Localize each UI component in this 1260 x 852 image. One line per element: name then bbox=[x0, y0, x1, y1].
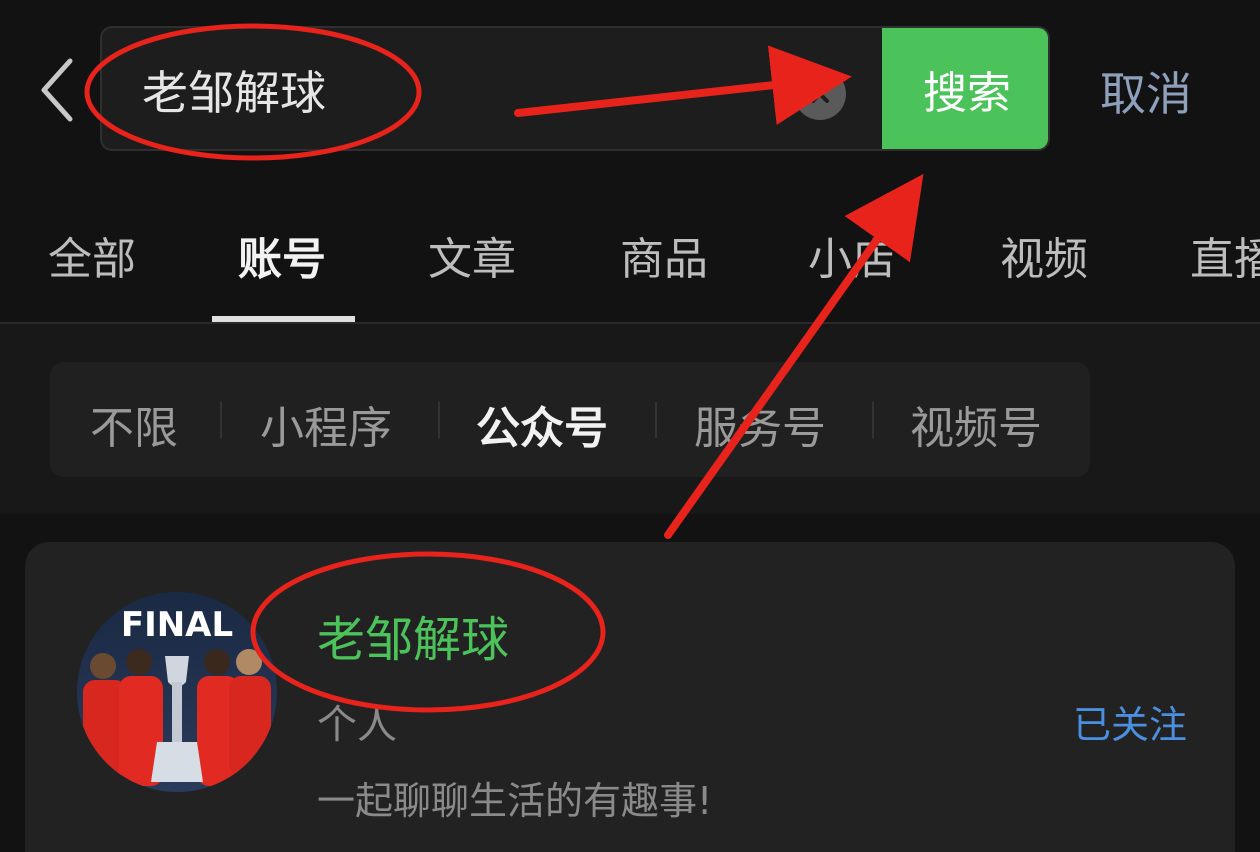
tab-products[interactable]: 商品 bbox=[620, 223, 708, 289]
category-tabs: 全部 账号 文章 商品 小店 视频 直播 bbox=[0, 205, 1260, 323]
back-button[interactable] bbox=[28, 52, 88, 128]
search-results-page: 搜索 取消 全部 账号 文章 商品 小店 视频 直播 不限 小程序 公众号 服务… bbox=[0, 0, 1260, 852]
avatar-title-text: FINAL bbox=[121, 605, 233, 645]
filter-channels[interactable]: 视频号 bbox=[910, 392, 1042, 454]
filter-service-account[interactable]: 服务号 bbox=[694, 392, 826, 454]
cancel-button[interactable]: 取消 bbox=[1100, 56, 1220, 126]
filter-official-account[interactable]: 公众号 bbox=[476, 392, 608, 454]
search-input[interactable] bbox=[142, 52, 782, 128]
tab-all[interactable]: 全部 bbox=[48, 223, 136, 289]
tab-accounts[interactable]: 账号 bbox=[238, 223, 326, 289]
tab-live[interactable]: 直播 bbox=[1190, 223, 1260, 289]
search-box: 搜索 bbox=[100, 26, 1050, 151]
search-button[interactable]: 搜索 bbox=[882, 28, 1048, 149]
tab-videos[interactable]: 视频 bbox=[1000, 223, 1088, 289]
filter-divider bbox=[872, 402, 874, 438]
avatar: FINAL bbox=[77, 592, 277, 792]
follow-status[interactable]: 已关注 bbox=[1073, 694, 1187, 749]
filter-divider bbox=[438, 402, 440, 438]
filter-mini-program[interactable]: 小程序 bbox=[260, 392, 392, 454]
account-type: 个人 bbox=[317, 702, 397, 748]
tab-shops[interactable]: 小店 bbox=[808, 223, 896, 289]
clear-search-button[interactable] bbox=[794, 68, 846, 120]
filter-divider bbox=[220, 402, 222, 438]
filter-unlimited[interactable]: 不限 bbox=[90, 392, 178, 454]
account-result-card[interactable]: FINAL 老邹解球 个人 已关注 一起聊聊生活的有趣事! bbox=[25, 542, 1235, 852]
account-description: 一起聊聊生活的有趣事! bbox=[317, 779, 713, 823]
filter-area: 不限 小程序 公众号 服务号 视频号 bbox=[0, 324, 1260, 514]
filter-divider bbox=[655, 402, 657, 438]
tab-articles[interactable]: 文章 bbox=[428, 223, 516, 289]
avatar-image: FINAL bbox=[77, 592, 277, 792]
account-name[interactable]: 老邹解球 bbox=[317, 600, 509, 670]
account-type-filter: 不限 小程序 公众号 服务号 视频号 bbox=[50, 362, 1090, 477]
chevron-left-icon bbox=[41, 58, 73, 122]
clear-circle-icon bbox=[811, 85, 829, 103]
